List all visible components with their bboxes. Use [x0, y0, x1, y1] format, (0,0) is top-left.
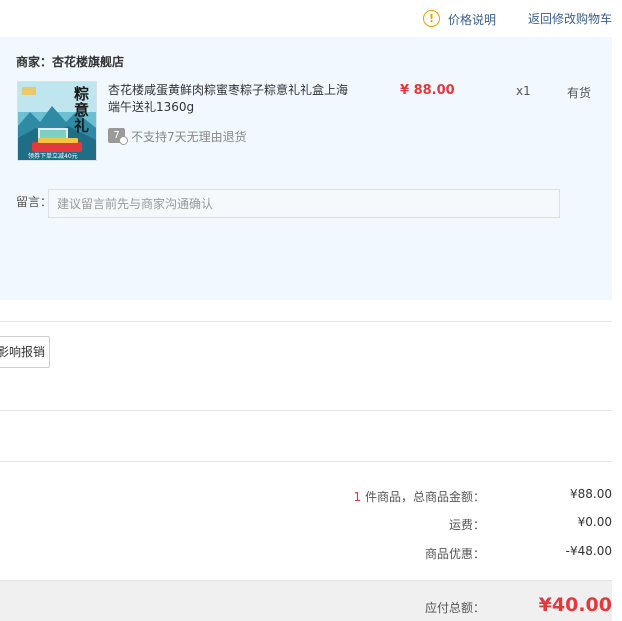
discount-label: 商品优惠： [424, 547, 485, 561]
return-badge-dot [119, 136, 128, 145]
shop-order-panel: 商家：杏花楼旗舰店 粽意礼 领券下单立减40元 杏花楼咸蛋黄鲜肉粽蜜枣粽子粽意礼… [0, 37, 612, 300]
unit-price: ¥ 88.00 [400, 83, 455, 98]
section-divider [0, 461, 612, 462]
section-divider [0, 410, 612, 411]
return-policy-text: 不支持7天无理由退货 [131, 130, 247, 144]
shop-name: 商家：杏花楼旗舰店 [16, 55, 125, 69]
section-divider [0, 321, 612, 322]
back-to-cart-link[interactable]: 返回修改购物车 [528, 10, 612, 27]
shipping-value: ¥0.00 [577, 515, 612, 529]
shipping-label: 运费： [448, 518, 485, 532]
payable-label: 应付总额： [424, 601, 485, 615]
info-icon[interactable]: ! [423, 10, 440, 27]
stock-status: 有货 [567, 86, 592, 100]
item-total-label: 1 件商品，总商品金额： [185, 488, 485, 505]
quantity: x1 [516, 84, 531, 98]
thumb-calligraphy-text: 粽意礼 [74, 85, 90, 135]
discount-value: -¥48.00 [565, 544, 612, 558]
payable-value: ¥40.00 [538, 594, 612, 616]
price-info-link[interactable]: 价格说明 [448, 11, 496, 28]
thumb-coupon-text: 领券下单立减40元 [28, 153, 78, 160]
return-policy-icon: 7 [108, 128, 128, 145]
message-label: 留言： [16, 195, 53, 209]
item-total-value: ¥88.00 [570, 487, 612, 501]
invoice-option-button[interactable]: 影响报销 [0, 336, 50, 368]
product-title[interactable]: 杏花楼咸蛋黄鲜肉粽蜜枣粽子粽意礼礼盒上海端午送礼1360g [108, 82, 358, 116]
message-input[interactable] [48, 189, 560, 218]
product-thumbnail[interactable]: 粽意礼 领券下单立减40元 [17, 81, 97, 161]
